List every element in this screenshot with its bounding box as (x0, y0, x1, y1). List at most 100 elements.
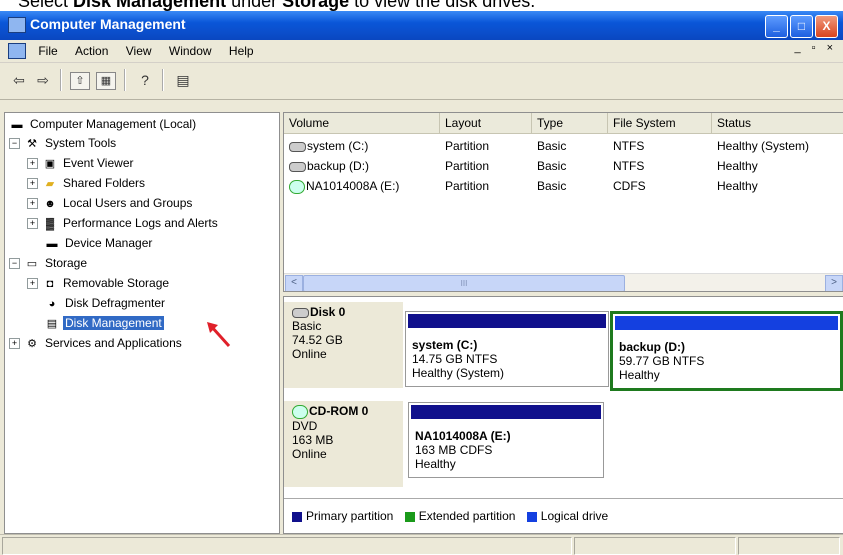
table-row[interactable]: system (C:) Partition Basic NTFS Healthy… (284, 137, 843, 155)
table-row[interactable]: backup (D:) Partition Basic NTFS Healthy (284, 157, 843, 175)
volume-list: Volume Layout Type File System Status sy… (283, 112, 843, 292)
tree-item-local-users-and-groups[interactable]: + ☻ Local Users and Groups (27, 194, 194, 212)
menu-action[interactable]: Action (68, 40, 115, 62)
cd-rom-0-label[interactable]: CD-ROM 0 DVD 163 MB Online (284, 401, 403, 487)
tree-item-label: Performance Logs and Alerts (63, 216, 218, 230)
primary-partition-bar (408, 314, 606, 328)
tree-item-disk-management[interactable]: ▤ Disk Management (44, 314, 164, 332)
collapse-expander[interactable]: − (9, 138, 20, 150)
disk-management-icon: ▤ (46, 317, 58, 330)
tree-item-label: Device Manager (65, 236, 153, 250)
back-arrow-icon[interactable]: ⇦ (8, 70, 30, 90)
column-header-layout[interactable]: Layout (440, 113, 532, 133)
tree-item-label: Disk Management (63, 316, 164, 330)
maximize-button[interactable]: □ (790, 15, 813, 38)
volume-status: Healthy (717, 179, 758, 193)
tree-item-disk-defragmenter[interactable]: ◕ Disk Defragmenter (44, 294, 167, 312)
window-title: Computer Management (30, 16, 186, 32)
partition-name: system (C:) (412, 338, 478, 352)
partition-detail: 59.77 GB NTFS (619, 354, 705, 368)
console-tree: ▬ Computer Management (Local) − ⚒ System To… (4, 112, 280, 534)
tree-item-label: Event Viewer (63, 156, 134, 170)
status-pane (2, 537, 572, 555)
tree-item-label: Storage (45, 256, 88, 270)
minimize-button[interactable]: _ (765, 15, 788, 38)
column-header-type[interactable]: Type (532, 113, 608, 133)
computer-management-icon (8, 17, 26, 33)
legend-label: Primary partition (306, 509, 394, 523)
tree-item-label: Services and Applications (45, 336, 182, 350)
tree-item-performance-logs-and-alerts[interactable]: + ▓ Performance Logs and Alerts (27, 214, 220, 232)
child-window-controls[interactable]: _ ▫ × (794, 42, 837, 54)
show-tree-icon[interactable]: ▦ (96, 72, 116, 90)
help-icon[interactable]: ? (134, 70, 156, 90)
hard-drive-icon (289, 141, 306, 152)
volume-status: Healthy (System) (717, 139, 810, 153)
column-header-status[interactable]: Status (712, 113, 843, 133)
expand-expander[interactable]: + (27, 278, 38, 290)
volume-layout: Partition (445, 159, 490, 173)
column-header-volume[interactable]: Volume (284, 113, 440, 133)
tree-item-label: Removable Storage (63, 276, 170, 290)
expand-expander[interactable]: + (27, 178, 38, 190)
volume-file-system: CDFS (613, 179, 646, 193)
tree-item-services-and-applications[interactable]: + ⚙ Services and Applications (9, 334, 184, 352)
partition-status: Healthy (619, 368, 660, 382)
column-header-file-system[interactable]: File System (608, 113, 712, 133)
tree-item-removable-storage[interactable]: + ◘ Removable Storage (27, 274, 171, 292)
partition-detail: 163 MB CDFS (415, 443, 493, 457)
table-row[interactable]: NA1014008A (E:) Partition Basic CDFS Hea… (284, 177, 843, 195)
partition-detail: 14.75 GB NTFS (412, 352, 498, 366)
disk-state: Online (292, 446, 327, 461)
tree-item-storage[interactable]: − ▭ Storage (9, 254, 89, 272)
disk-size: 74.52 GB (292, 333, 343, 347)
properties-icon[interactable]: ▤ (172, 70, 194, 90)
forward-arrow-icon[interactable]: ⇨ (32, 70, 54, 90)
horizontal-scrollbar[interactable]: < III > (284, 273, 843, 291)
volume-type: Basic (537, 139, 567, 153)
menu-window[interactable]: Window (162, 40, 219, 62)
menu-view[interactable]: View (119, 40, 159, 62)
menu-file[interactable]: File (31, 40, 64, 62)
status-bar (0, 534, 843, 555)
scroll-left-button[interactable]: < (285, 275, 303, 291)
partition-name: NA1014008A (E:) (415, 429, 511, 443)
menu-help[interactable]: Help (222, 40, 261, 62)
volume-type: Basic (537, 179, 567, 193)
tree-item-device-manager[interactable]: ▬ Device Manager (44, 234, 154, 252)
disk-graphical-view: Disk 0 Basic 74.52 GB Online system (C:)… (283, 296, 843, 534)
scroll-right-button[interactable]: > (825, 275, 843, 291)
expand-expander[interactable]: + (9, 338, 20, 350)
scrollbar-thumb[interactable]: III (303, 275, 625, 291)
tree-item-label: Local Users and Groups (63, 196, 193, 210)
status-pane (738, 537, 840, 555)
partition-cdrom-e[interactable]: NA1014008A (E:) 163 MB CDFS Healthy (408, 402, 604, 478)
partition-system-c[interactable]: system (C:) 14.75 GB NTFS Healthy (System) (405, 311, 609, 387)
tree-item-shared-folders[interactable]: + ▰ Shared Folders (27, 174, 147, 192)
system-menu-icon[interactable] (8, 43, 26, 59)
tree-item-system-tools[interactable]: − ⚒ System Tools (9, 134, 118, 152)
up-level-icon[interactable]: ⇧ (70, 72, 90, 90)
disk-kind: DVD (292, 418, 318, 433)
collapse-expander[interactable]: − (9, 258, 20, 270)
menu-bar: File Action View Window Help _ ▫ × (0, 40, 843, 63)
expand-expander[interactable]: + (27, 198, 38, 210)
title-bar[interactable]: Computer Management _ □ X (0, 11, 843, 40)
partition-backup-d[interactable]: backup (D:) 59.77 GB NTFS Healthy (610, 311, 843, 391)
defrag-icon: ◕ (48, 297, 56, 310)
disk-0-label[interactable]: Disk 0 Basic 74.52 GB Online (284, 302, 403, 388)
disk-name: CD-ROM 0 (309, 404, 369, 418)
volume-name: system (C:) (307, 139, 369, 153)
disk-size: 163 MB (292, 432, 334, 447)
tree-item-event-viewer[interactable]: + ▣ Event Viewer (27, 154, 135, 172)
expand-expander[interactable]: + (27, 218, 38, 230)
expand-expander[interactable]: + (27, 158, 38, 170)
close-button[interactable]: X (815, 15, 838, 38)
storage-icon: ▭ (26, 257, 38, 270)
annotation-arrow-icon (207, 322, 231, 348)
primary-partition-bar (411, 405, 601, 419)
toolbar-separator (124, 69, 126, 91)
tools-icon: ⚒ (27, 137, 37, 150)
tree-item-computer-management[interactable]: ▬ Computer Management (Local) (9, 115, 198, 133)
extended-partition-swatch (404, 511, 415, 522)
